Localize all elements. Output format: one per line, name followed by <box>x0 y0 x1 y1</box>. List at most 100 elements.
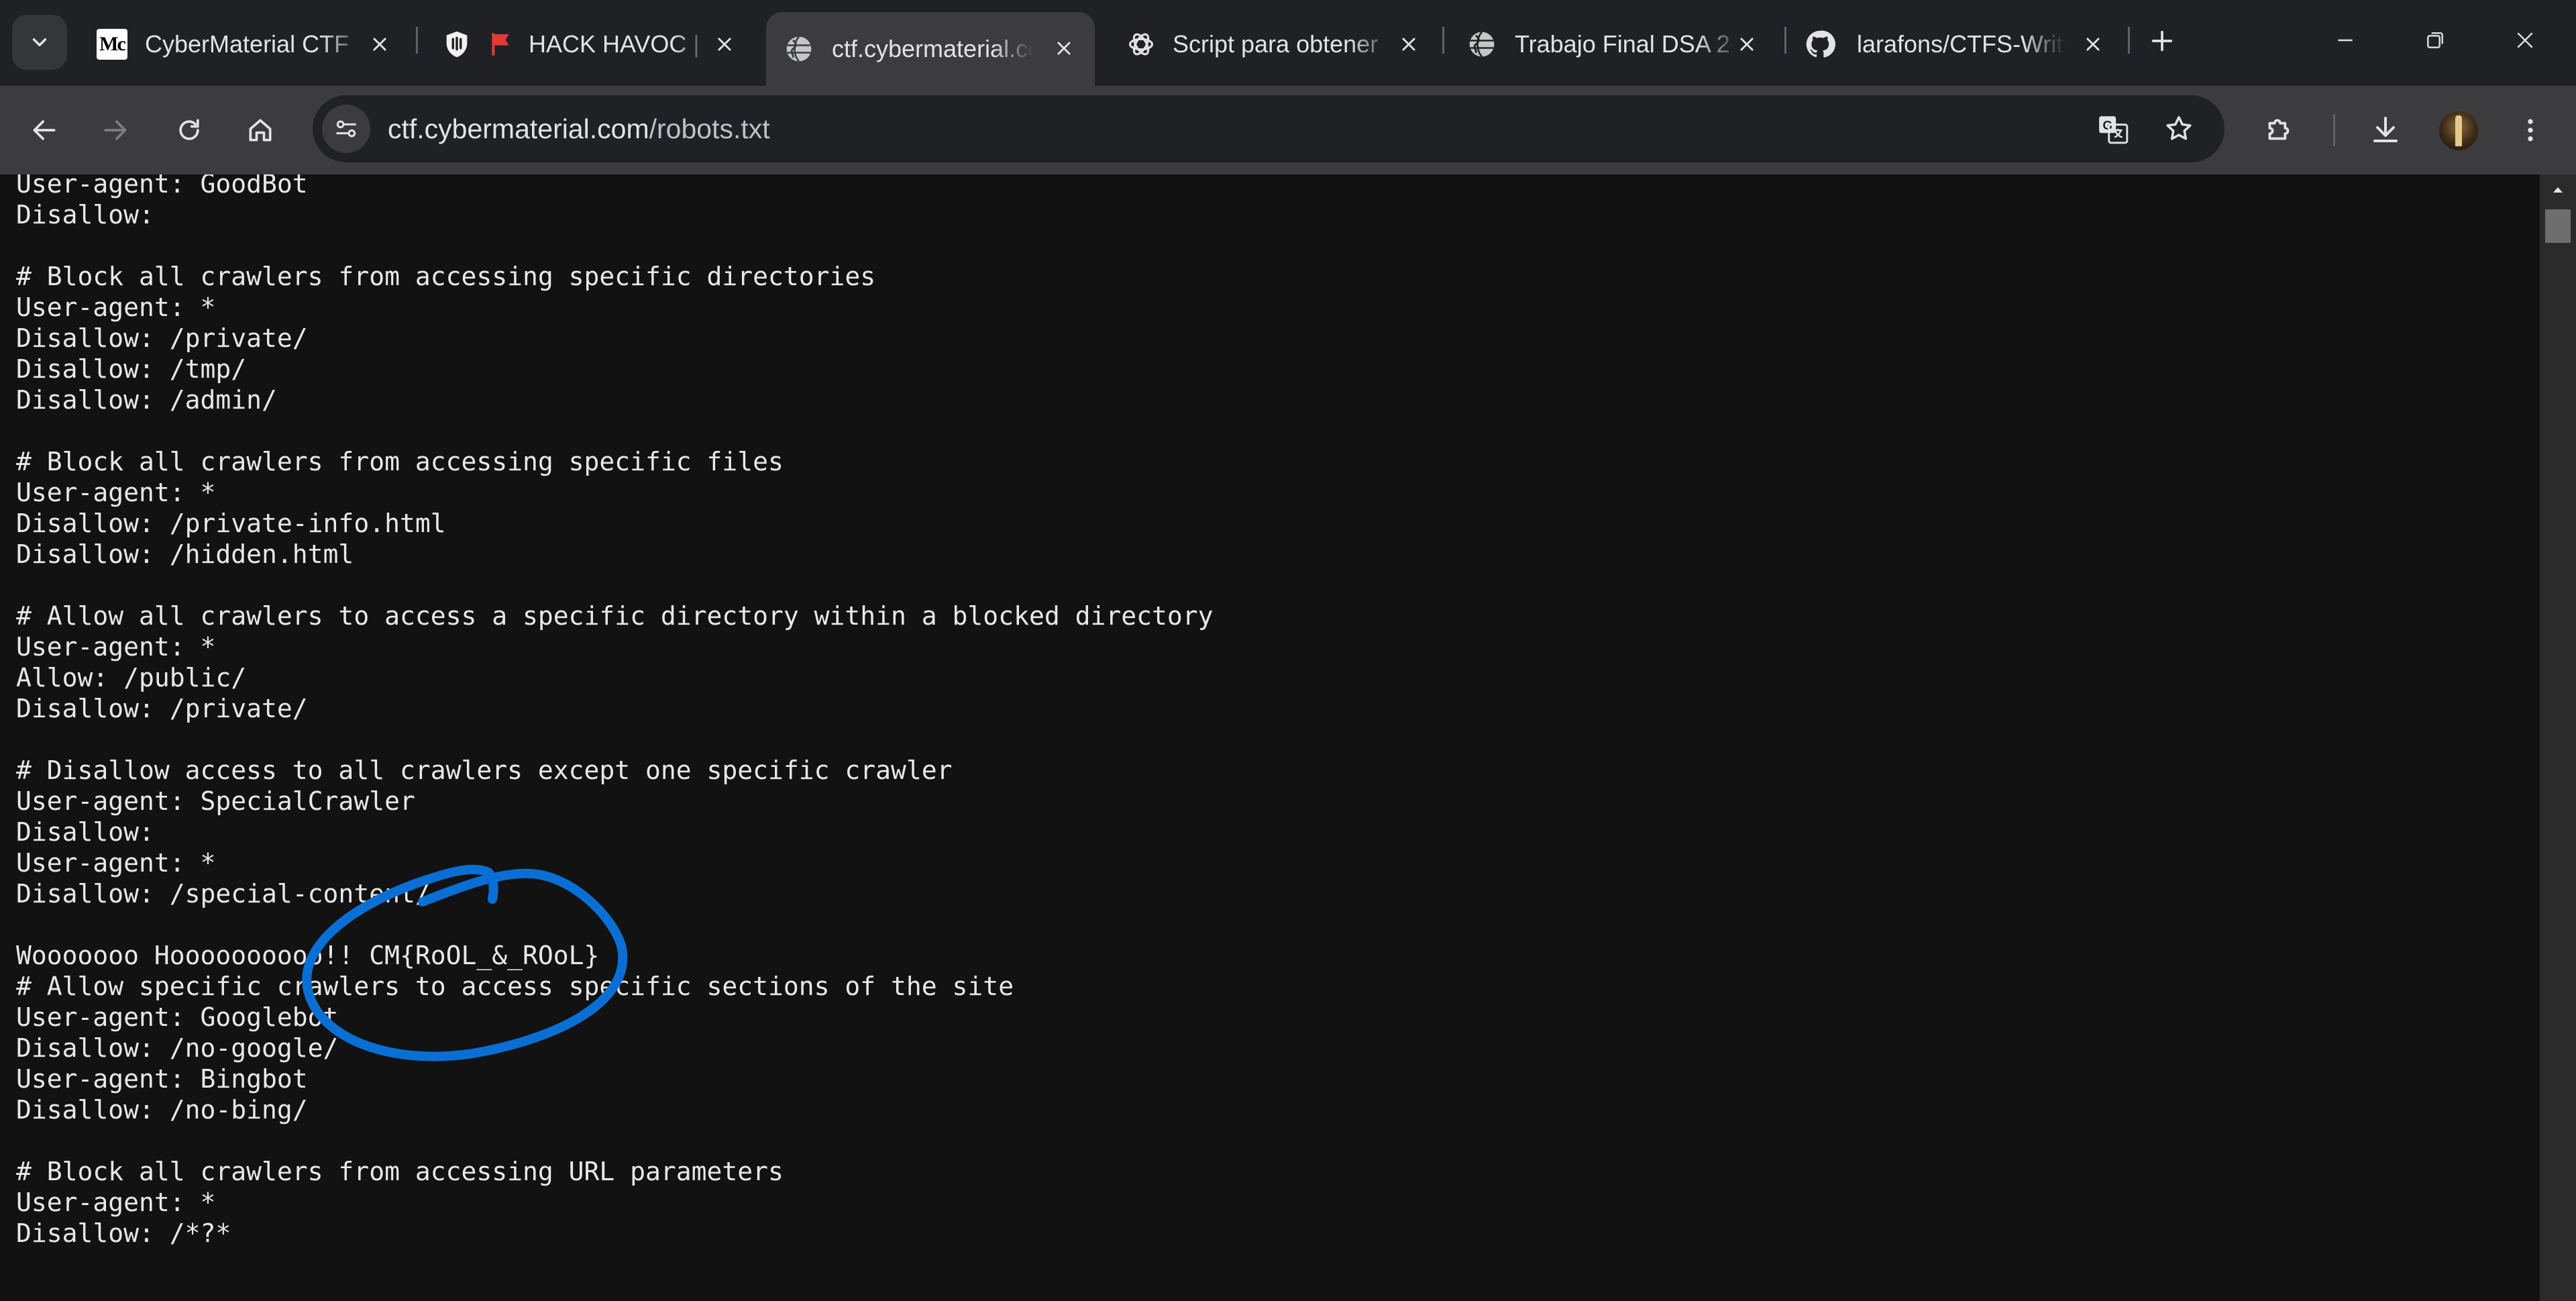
profile-avatar[interactable] <box>2439 111 2478 150</box>
cybermaterial-logo-text: Mc <box>99 33 126 55</box>
directive-line: User-agent: GoodBot <box>16 174 308 199</box>
directive-line: User-agent: * <box>16 632 216 662</box>
minimize-icon <box>2338 39 2353 42</box>
avatar-figure <box>2455 115 2462 146</box>
tab-close-button[interactable] <box>366 31 393 58</box>
close-icon <box>1402 38 1415 51</box>
directive-line: Disallow: <box>16 200 154 229</box>
puzzle-piece-icon <box>2268 119 2290 140</box>
tab-search-button[interactable] <box>12 15 67 70</box>
triangle-up-icon <box>2553 187 2563 193</box>
toolbar-divider <box>2333 114 2335 146</box>
close-icon <box>2517 32 2533 48</box>
directive-line: Allow: /public/ <box>16 663 247 692</box>
comment-line: # Disallow access to all crawlers except… <box>16 756 953 785</box>
back-button[interactable] <box>20 106 68 154</box>
openai-logo-icon <box>1126 29 1157 60</box>
tab-title: HACK HAVOC | <box>529 30 700 58</box>
robots-txt-content: User-agent: GoodBot Disallow: # Block al… <box>16 174 1213 1249</box>
site-info-button[interactable] <box>322 105 370 153</box>
new-tab-button[interactable] <box>2141 20 2183 62</box>
tab-title: Trabajo Final DSA 2 <box>1515 30 1730 58</box>
page-content: User-agent: GoodBot Disallow: # Block al… <box>0 174 2540 1301</box>
tab-trabajo-final-dsa[interactable]: Trabajo Final DSA 2 <box>1445 13 1787 75</box>
directive-line: Disallow: /private-info.html <box>16 509 446 538</box>
tab-close-button[interactable] <box>1733 31 1760 58</box>
url-text[interactable]: ctf.cybermaterial.com/robots.txt <box>388 95 770 162</box>
comment-line: # Block all crawlers from accessing URL … <box>16 1157 784 1186</box>
directive-line: User-agent: * <box>16 478 216 507</box>
home-icon <box>249 119 272 142</box>
reload-icon <box>179 119 199 140</box>
home-button[interactable] <box>236 106 284 154</box>
comment-line: # Allow all crawlers to access a specifi… <box>16 601 1214 631</box>
reload-button[interactable] <box>165 106 213 154</box>
comment-line: # Allow specific crawlers to access spec… <box>16 972 1014 1001</box>
close-icon <box>2086 38 2100 51</box>
arrow-right-icon <box>104 120 127 140</box>
tab-hack-havoc[interactable]: HACK HAVOC | <box>419 13 767 75</box>
directive-line: Disallow: /no-bing/ <box>16 1095 308 1125</box>
github-logo-icon <box>1805 29 1835 60</box>
directive-line: Disallow: /hidden.html <box>16 539 354 569</box>
tune-icon <box>336 120 356 138</box>
more-vertical-icon <box>2528 119 2533 142</box>
bookmark-star-button[interactable] <box>2155 105 2203 153</box>
tab-close-button[interactable] <box>2080 31 2106 58</box>
directive-line: Disallow: /private/ <box>16 694 308 723</box>
browser-window: Mc CyberMaterial CTF HACK HAVOC | ctf.cy… <box>0 0 2576 1301</box>
directive-line: Disallow: /no-google/ <box>16 1033 339 1063</box>
tab-title: ctf.cybermaterial.com <box>832 35 1033 62</box>
globe-icon <box>1466 29 1497 60</box>
restore-button[interactable] <box>2395 13 2475 67</box>
directive-line: Disallow: /special-content/ <box>16 879 431 908</box>
scroll-up-button[interactable] <box>2540 174 2576 205</box>
minimize-button[interactable] <box>2305 13 2385 67</box>
vertical-scrollbar[interactable] <box>2540 174 2576 1301</box>
tab-title: CyberMaterial CTF <box>145 30 350 58</box>
directive-line: Wooooooo Hoooooooooo!! CM{RoOL_&_ROoL} <box>16 941 600 970</box>
arrow-left-icon <box>33 120 56 140</box>
shield-icon <box>441 29 472 60</box>
tab-title: larafons/CTFS-Writeups <box>1857 30 2065 58</box>
translate-button[interactable]: G <box>2089 105 2137 153</box>
tab-title: Script para obtener <box>1173 30 1379 58</box>
directive-line: User-agent: * <box>16 1188 216 1217</box>
menu-button[interactable] <box>2506 106 2555 154</box>
translate-icon: G <box>2099 116 2129 144</box>
close-window-button[interactable] <box>2485 13 2565 67</box>
directive-line: Disallow: /admin/ <box>16 385 277 415</box>
scroll-thumb[interactable] <box>2545 209 2571 243</box>
plus-icon <box>2151 30 2173 52</box>
directive-line: Disallow: /tmp/ <box>16 354 247 384</box>
downloads-button[interactable] <box>2361 106 2410 154</box>
hack-havoc-flag-icon <box>486 29 517 60</box>
directive-line: User-agent: Googlebot <box>16 1002 339 1032</box>
download-icon <box>2373 117 2398 142</box>
directive-line: User-agent: * <box>16 293 216 322</box>
close-icon <box>718 38 731 51</box>
tab-close-button[interactable] <box>1395 31 1422 58</box>
tab-separator <box>416 27 418 54</box>
tab-separator <box>2128 27 2130 54</box>
tab-cybermaterial-ctf[interactable]: Mc CyberMaterial CTF <box>67 13 416 75</box>
close-icon <box>1057 42 1071 55</box>
chevron-down-icon <box>32 38 47 46</box>
url-path: /robots.txt <box>649 113 770 144</box>
tab-separator <box>1442 27 1444 54</box>
tab-close-button[interactable] <box>1051 35 1077 62</box>
tab-strip: Mc CyberMaterial CTF HACK HAVOC | ctf.cy… <box>0 0 2576 86</box>
browser-toolbar: ctf.cybermaterial.com/robots.txt G <box>0 86 2576 174</box>
restore-icon <box>2427 32 2443 48</box>
comment-line: # Block all crawlers from accessing spec… <box>16 447 784 476</box>
forward-button[interactable] <box>91 106 140 154</box>
tab-script-para-obtener[interactable]: Script para obtener <box>1097 13 1440 75</box>
directive-line: Disallow: <box>16 817 154 847</box>
tab-ctf-cybermaterial-robots[interactable]: ctf.cybermaterial.com <box>766 12 1095 86</box>
tab-close-button[interactable] <box>711 31 738 58</box>
address-bar[interactable]: ctf.cybermaterial.com/robots.txt G <box>313 95 2224 162</box>
extensions-button[interactable] <box>2255 106 2304 154</box>
cybermaterial-logo-icon: Mc <box>97 29 127 60</box>
directive-line: User-agent: SpecialCrawler <box>16 786 415 816</box>
tab-github-ctfs-writeups[interactable]: larafons/CTFS-Writeups <box>1787 13 2133 75</box>
